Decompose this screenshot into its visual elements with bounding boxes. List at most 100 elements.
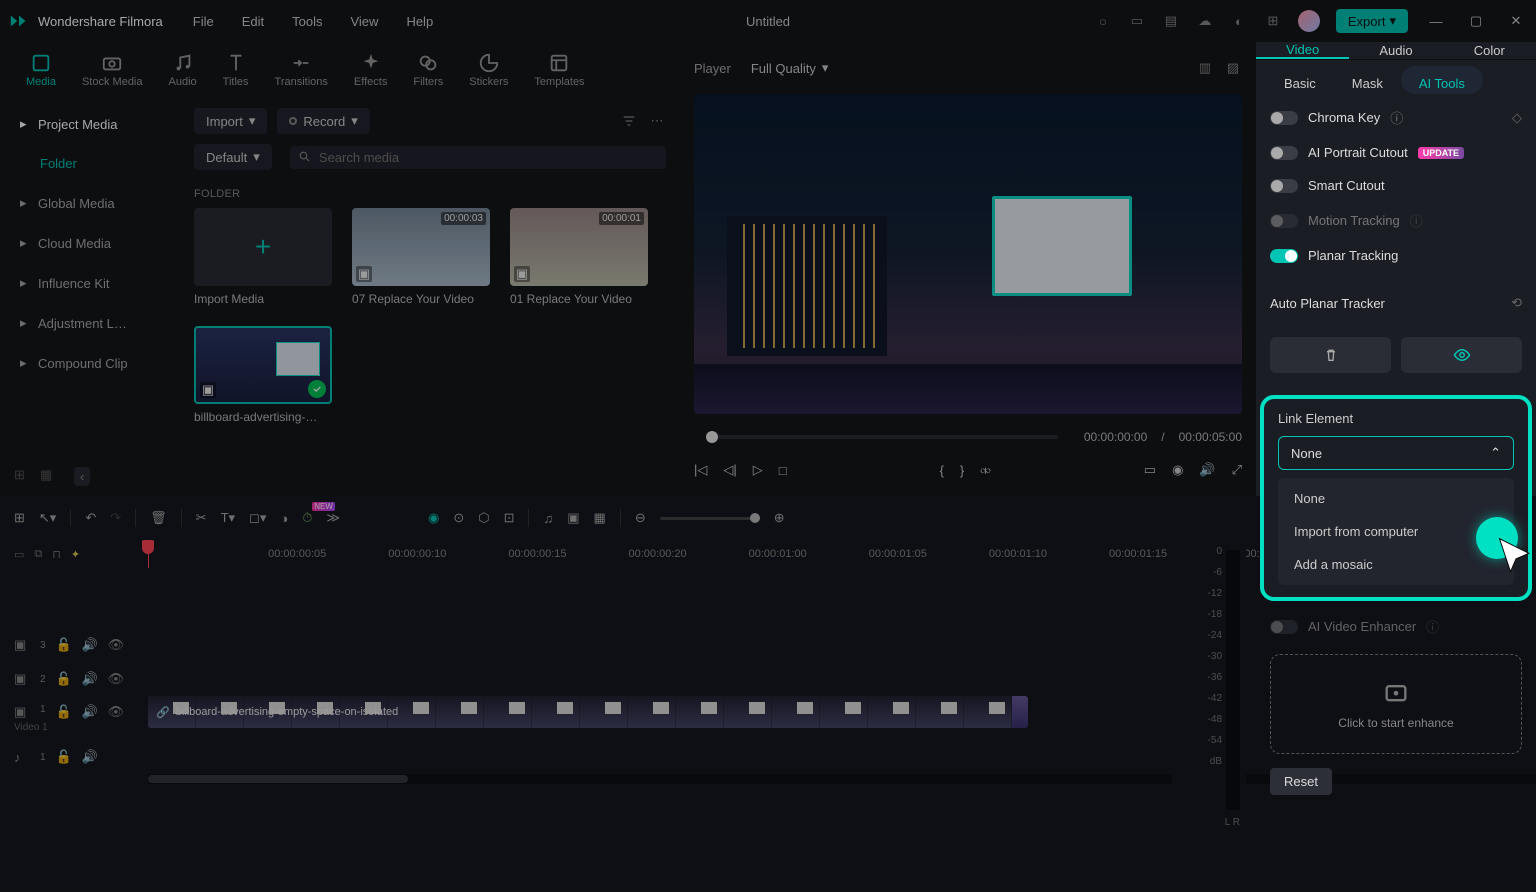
record-dropdown[interactable]: Record▾ (277, 108, 369, 134)
user-avatar[interactable] (1298, 10, 1320, 32)
play-button[interactable]: ▷ (753, 462, 763, 478)
toggle-smart-cutout[interactable] (1270, 179, 1298, 193)
step-back-button[interactable]: ◁| (723, 462, 736, 478)
timeline-clip[interactable]: 🔗 billboard-advertising-empty-space-on-i… (148, 696, 1028, 728)
layout-icon[interactable]: ⊞ (14, 510, 25, 526)
pointer-tool-icon[interactable]: ↖▾ (39, 510, 56, 526)
render-icon[interactable]: ▣ (567, 510, 579, 526)
toggle-ai-portrait[interactable] (1270, 146, 1298, 160)
apps-grid-icon[interactable]: ⊞ (1264, 12, 1282, 30)
inspector-tab-color[interactable]: Color (1443, 42, 1536, 59)
thumb-clip[interactable]: 00:00:01 ▣ 01 Replace Your Video (510, 208, 648, 306)
toggle-ai-enhancer[interactable] (1270, 620, 1298, 634)
bin-view-icon[interactable]: ▦ (40, 467, 58, 485)
lock-icon[interactable]: 🔓 (56, 749, 72, 765)
menu-help[interactable]: Help (406, 14, 433, 29)
mute-icon[interactable]: 🔊 (82, 749, 98, 765)
tab-stickers[interactable]: Stickers (463, 48, 514, 98)
sidebar-item-influence-kit[interactable]: ▸Influence Kit (8, 265, 172, 301)
volume-icon[interactable]: 🔊 (1199, 462, 1215, 478)
menu-tools[interactable]: Tools (292, 14, 322, 29)
eye-icon[interactable]: 👁 (108, 704, 124, 720)
scrub-bar[interactable] (706, 435, 1058, 439)
eye-icon[interactable]: 👁 (108, 637, 124, 653)
more-icon[interactable]: ⋯ (648, 112, 666, 130)
voiceover-icon[interactable]: ◉ (428, 510, 439, 526)
link-option-mosaic[interactable]: Add a mosaic (1282, 548, 1510, 581)
stop-button[interactable]: □ (779, 463, 787, 478)
split-icon[interactable]: ✂ (196, 510, 207, 526)
link-option-none[interactable]: None (1282, 482, 1510, 515)
lock-icon[interactable]: 🔓 (56, 671, 72, 687)
tab-templates[interactable]: Templates (528, 48, 590, 98)
speed-icon[interactable]: ⏱NEW (302, 510, 312, 526)
thumb-clip-selected[interactable]: ▣ billboard-advertising-… (194, 326, 332, 424)
lock-icon[interactable]: 🔓 (56, 637, 72, 653)
snapshot-icon[interactable]: ◉ (1172, 462, 1183, 478)
sub-tab-mask[interactable]: Mask (1334, 66, 1401, 94)
marker-icon[interactable]: ⬡ (478, 510, 489, 526)
compare-view-icon[interactable]: ▥ (1196, 59, 1214, 77)
tab-audio[interactable]: Audio (163, 48, 203, 98)
link-element-dropdown[interactable]: None ⌃ (1278, 436, 1514, 470)
tab-media[interactable]: Media (20, 48, 62, 98)
import-dropdown[interactable]: Import▾ (194, 108, 267, 134)
tab-transitions[interactable]: Transitions (269, 48, 334, 98)
record-screen-icon[interactable]: ⊙ (453, 510, 464, 526)
playhead[interactable] (148, 540, 149, 568)
refresh-icon[interactable]: ⟲ (1511, 295, 1522, 311)
zoom-out-icon[interactable]: ⊖ (635, 510, 646, 526)
crop-icon[interactable]: ◻▾ (249, 510, 266, 526)
menu-view[interactable]: View (350, 14, 378, 29)
reset-button[interactable]: Reset (1270, 768, 1332, 795)
quality-dropdown[interactable]: Full Quality ▾ (751, 60, 829, 76)
zoom-slider[interactable] (660, 517, 760, 520)
thumb-clip[interactable]: 00:00:03 ▣ 07 Replace Your Video (352, 208, 490, 306)
status-dot-icon[interactable]: ○ (1094, 12, 1112, 30)
menu-file[interactable]: File (193, 14, 214, 29)
thumb-import-media[interactable]: + Import Media (194, 208, 332, 306)
filter-icon[interactable] (620, 112, 638, 130)
tab-filters[interactable]: Filters (407, 48, 449, 98)
audio-mixer-icon[interactable]: ♫ (543, 511, 553, 526)
save-icon[interactable]: ▤ (1162, 12, 1180, 30)
zoom-in-icon[interactable]: ⊕ (774, 510, 785, 526)
sidebar-item-cloud-media[interactable]: ▸Cloud Media (8, 225, 172, 261)
delete-tracker-button[interactable] (1270, 337, 1391, 373)
tab-titles[interactable]: Titles (217, 48, 255, 98)
keyframe-icon[interactable]: ◇ (1512, 110, 1522, 126)
inspector-tab-video[interactable]: Video (1256, 42, 1349, 59)
scrollbar-thumb[interactable] (148, 775, 408, 783)
info-icon[interactable]: ⓘ (1390, 108, 1403, 127)
prev-frame-button[interactable]: |◁ (694, 462, 707, 478)
track-options-icon[interactable]: ▭ (14, 548, 24, 561)
snapshot-timeline-icon[interactable]: ▦ (594, 510, 606, 526)
sub-tab-ai-tools[interactable]: AI Tools (1401, 66, 1483, 94)
start-enhance-button[interactable]: Click to start enhance (1270, 654, 1522, 754)
inspector-tab-audio[interactable]: Audio (1349, 42, 1442, 59)
collapse-sidebar-button[interactable]: ‹ (74, 467, 90, 486)
search-box[interactable] (290, 146, 666, 169)
magnet-icon[interactable]: ⊓ (52, 548, 61, 561)
toggle-track-icon[interactable]: ⊡ (504, 510, 515, 526)
sub-tab-basic[interactable]: Basic (1266, 66, 1334, 94)
cloud-icon[interactable]: ☁ (1196, 12, 1214, 30)
fullscreen-icon[interactable]: ⤢ (1232, 462, 1242, 478)
mute-icon[interactable]: 🔊 (82, 671, 98, 687)
link-tracks-icon[interactable]: ⧉ (34, 548, 42, 561)
mark-in-button[interactable]: { (940, 463, 944, 478)
color-icon[interactable]: ◑ (280, 511, 288, 526)
sidebar-item-folder[interactable]: Folder (8, 146, 172, 181)
maximize-button[interactable]: ▢ (1464, 9, 1488, 33)
scrub-handle[interactable] (706, 431, 718, 443)
sidebar-item-adjustment-layer[interactable]: ▸Adjustment L… (8, 305, 172, 341)
preview-viewport[interactable] (694, 94, 1242, 414)
more-tools-icon[interactable]: ≫ (326, 510, 340, 526)
export-button[interactable]: Export▾ (1336, 9, 1408, 33)
headset-icon[interactable]: ◐ (1230, 12, 1248, 30)
tab-stock-media[interactable]: Stock Media (76, 48, 149, 98)
mute-icon[interactable]: 🔊 (82, 704, 98, 720)
tab-effects[interactable]: Effects (348, 48, 393, 98)
minimize-button[interactable]: — (1424, 9, 1448, 33)
eye-icon[interactable]: 👁 (108, 671, 124, 687)
